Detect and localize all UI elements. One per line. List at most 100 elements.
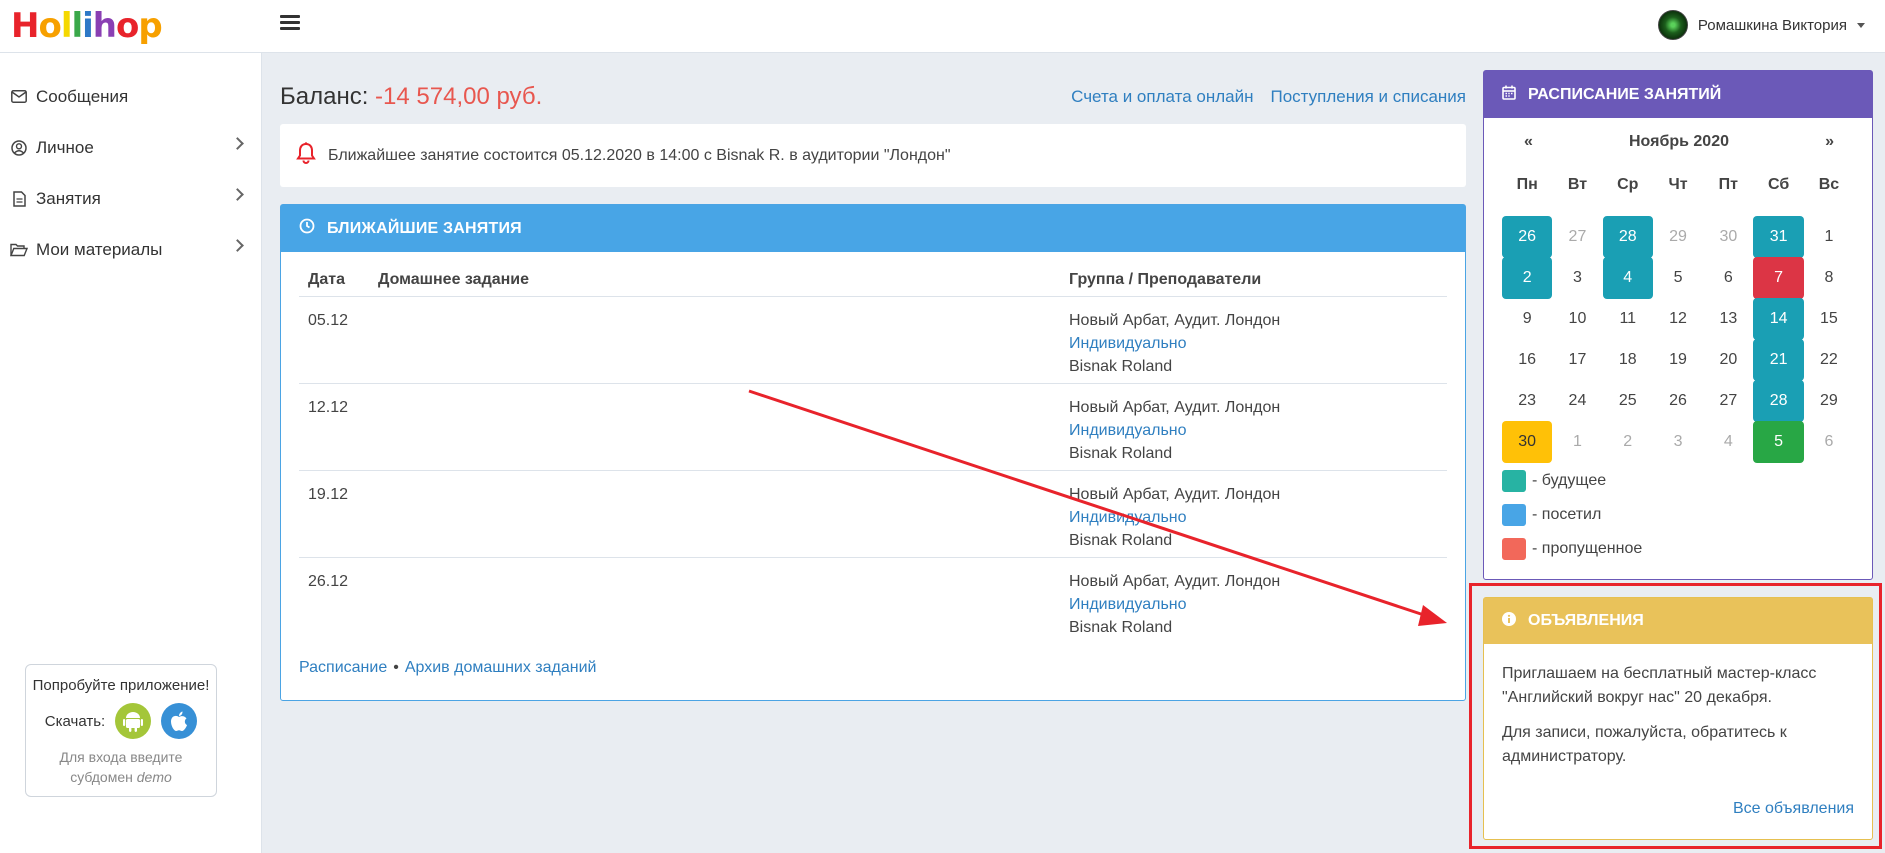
calendar-grid: Пн Вт Ср Чт Пт Сб Вс 26 27 28 29 30 31 1 2 3 4 5 6 7 8 9 10 11 1… <box>1502 175 1854 463</box>
lesson-group-cell: Новый Арбат, Аудит. Лондон Индивидуально B… <box>1069 309 1447 383</box>
weekday-header: Вт <box>1567 176 1588 193</box>
column-header-group: Группа / Преподаватели <box>1069 271 1262 288</box>
calendar-day[interactable]: 13 <box>1703 298 1753 340</box>
lesson-date: 19.12 <box>308 486 349 503</box>
promo-title: Попробуйте приложение! <box>32 677 210 694</box>
calendar-day[interactable]: 16 <box>1502 339 1552 381</box>
calendar-day[interactable]: 21 <box>1753 338 1804 381</box>
next-lesson-notice: Ближайшее занятие состоится 05.12.2020 в… <box>280 124 1466 187</box>
calendar-day[interactable]: 9 <box>1502 298 1552 340</box>
calendar-day[interactable]: 4 <box>1703 421 1753 463</box>
sidebar-item-lessons[interactable]: Занятия <box>0 173 261 224</box>
calendar-day[interactable]: 24 <box>1552 380 1602 422</box>
apple-icon[interactable] <box>161 703 198 739</box>
user-circle-icon <box>10 139 28 157</box>
calendar-day[interactable]: 1 <box>1804 216 1854 258</box>
promo-hint: Для входа введите субдомен demo <box>59 749 183 785</box>
sidebar-item-materials[interactable]: Мои материалы <box>0 224 261 275</box>
hamburger-menu-icon[interactable] <box>280 15 300 31</box>
weekday-header: Чт <box>1668 176 1688 193</box>
logo-letter: l <box>71 6 83 46</box>
lesson-location: Новый Арбат, Аудит. Лондон <box>1069 486 1281 503</box>
legend-item: - будущее <box>1502 464 1642 498</box>
schedule-calendar: РАСПИСАНИЕ ЗАНЯТИЙ Ноябрь 2020 « » Пн Вт С… <box>1483 70 1873 580</box>
calendar-day[interactable]: 14 <box>1753 297 1804 340</box>
document-icon <box>10 190 28 208</box>
calendar-day[interactable]: 19 <box>1653 339 1703 381</box>
calendar-day[interactable]: 26 <box>1502 215 1553 258</box>
calendar-day[interactable]: 1 <box>1552 421 1602 463</box>
calendar-month: Ноябрь 2020 <box>1629 133 1729 150</box>
calendar-day[interactable]: 20 <box>1703 339 1753 381</box>
calendar-day[interactable]: 23 <box>1502 380 1552 422</box>
logo-letter: H <box>11 6 39 46</box>
calendar-day[interactable]: 7 <box>1753 256 1804 299</box>
announcements-header: ОБЪЯВЛЕНИЯ <box>1484 598 1872 644</box>
weekday-header: Ср <box>1617 176 1639 193</box>
calendar-day[interactable]: 28 <box>1602 215 1653 258</box>
calendar-day[interactable]: 28 <box>1753 379 1804 422</box>
lesson-teacher: Bisnak Roland <box>1069 619 1173 636</box>
sidebar-item-messages[interactable]: Сообщения <box>0 71 261 122</box>
homework-archive-link[interactable]: Архив домашних заданий <box>405 659 597 676</box>
lesson-homework <box>378 483 1069 557</box>
calendar-day[interactable]: 8 <box>1804 257 1854 299</box>
lesson-group-link[interactable]: Индивидуально <box>1069 422 1187 439</box>
calendar-day[interactable]: 12 <box>1653 298 1703 340</box>
calendar-day[interactable]: 5 <box>1653 257 1703 299</box>
balance: Баланс: -14 574,00 руб. <box>280 83 542 111</box>
calendar-day[interactable]: 26 <box>1653 380 1703 422</box>
lesson-group-link[interactable]: Индивидуально <box>1069 596 1187 613</box>
chevron-right-icon <box>231 188 244 201</box>
calendar-day[interactable]: 30 <box>1703 216 1753 258</box>
sidebar-item-label: Сообщения <box>36 86 129 106</box>
lesson-location: Новый Арбат, Аудит. Лондон <box>1069 312 1281 329</box>
calendar-day[interactable]: 17 <box>1552 339 1602 381</box>
calendar-day[interactable]: 25 <box>1603 380 1653 422</box>
calendar-day[interactable]: 22 <box>1804 339 1854 381</box>
android-icon[interactable] <box>115 703 152 739</box>
sidebar-item-personal[interactable]: Личное <box>0 122 261 173</box>
calendar-day[interactable]: 5 <box>1753 420 1804 463</box>
calendar-day[interactable]: 6 <box>1703 257 1753 299</box>
user-menu[interactable]: Ромашкина Виктория <box>1657 10 1865 40</box>
invoices-link[interactable]: Счета и оплата онлайн <box>1071 87 1253 107</box>
calendar-day[interactable]: 29 <box>1653 216 1703 258</box>
lesson-homework <box>378 570 1069 645</box>
lesson-teacher: Bisnak Roland <box>1069 445 1173 462</box>
panel-footer: Расписание • Архив домашних заданий <box>299 659 596 677</box>
calendar-header: РАСПИСАНИЕ ЗАНЯТИЙ <box>1484 71 1872 118</box>
calendar-day[interactable]: 2 <box>1502 256 1553 299</box>
sidebar-item-label: Мои материалы <box>36 239 163 259</box>
next-month-button[interactable]: » <box>1825 133 1834 151</box>
logo-letter: o <box>38 6 61 46</box>
calendar-day[interactable]: 30 <box>1502 420 1553 463</box>
calendar-day[interactable]: 27 <box>1552 216 1602 258</box>
lesson-group-link[interactable]: Индивидуально <box>1069 509 1187 526</box>
calendar-day[interactable]: 6 <box>1804 421 1854 463</box>
calendar-day[interactable]: 31 <box>1753 215 1804 258</box>
schedule-link[interactable]: Расписание <box>299 659 387 676</box>
calendar-day[interactable]: 10 <box>1552 298 1602 340</box>
calendar-day[interactable]: 3 <box>1552 257 1602 299</box>
calendar-day[interactable]: 18 <box>1603 339 1653 381</box>
separator-dot: • <box>393 659 399 676</box>
calendar-day[interactable]: 11 <box>1603 298 1653 340</box>
all-announcements-link[interactable]: Все объявления <box>1733 800 1854 818</box>
calendar-day[interactable]: 3 <box>1653 421 1703 463</box>
calendar-day[interactable]: 4 <box>1602 256 1653 299</box>
upcoming-lessons-panel: БЛИЖАЙШИЕ ЗАНЯТИЯ Дата Домашнее задание … <box>280 204 1466 701</box>
prev-month-button[interactable]: « <box>1524 133 1533 151</box>
legend-item: - посетил <box>1502 498 1642 532</box>
calendar-day[interactable]: 29 <box>1804 380 1854 422</box>
transactions-link[interactable]: Поступления и списания <box>1270 87 1466 107</box>
weekday-header: Пт <box>1718 176 1738 193</box>
weekday-header: Вс <box>1818 176 1840 193</box>
balance-value: -14 574,00 руб. <box>375 83 543 110</box>
hollihop-logo[interactable]: Hollihop <box>11 6 163 46</box>
chevron-right-icon <box>231 137 244 150</box>
calendar-day[interactable]: 2 <box>1603 421 1653 463</box>
lesson-group-link[interactable]: Индивидуально <box>1069 335 1187 352</box>
calendar-day[interactable]: 15 <box>1804 298 1854 340</box>
calendar-day[interactable]: 27 <box>1703 380 1753 422</box>
